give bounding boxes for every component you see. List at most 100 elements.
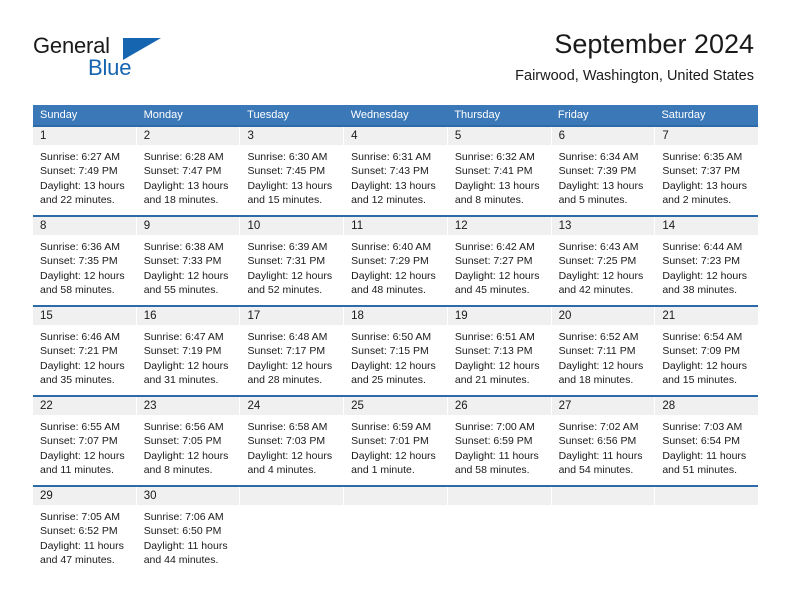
daylight-text-line1: Daylight: 11 hours — [558, 449, 643, 462]
day-cell[interactable]: 26 Sunrise: 7:00 AM Sunset: 6:59 PM Dayl… — [447, 397, 552, 485]
day-cell[interactable]: 20 Sunrise: 6:52 AM Sunset: 7:11 PM Dayl… — [551, 307, 656, 395]
weekday-header-monday: Monday — [143, 109, 183, 121]
daylight-text-line1: Daylight: 11 hours — [143, 539, 228, 552]
sunrise-text: Sunrise: 6:30 AM — [247, 151, 328, 163]
daylight-text-line1: Daylight: 13 hours — [558, 179, 644, 192]
daylight-text-line2: and 58 minutes. — [454, 464, 530, 477]
day-cell[interactable]: 25 Sunrise: 6:59 AM Sunset: 7:01 PM Dayl… — [344, 397, 448, 485]
day-details: Sunrise: 6:59 AM Sunset: 7:01 PM Dayligh… — [344, 415, 447, 478]
day-cell[interactable]: 17 Sunrise: 6:48 AM Sunset: 7:17 PM Dayl… — [240, 307, 345, 395]
day-cell[interactable]: 24 Sunrise: 6:58 AM Sunset: 7:03 PM Dayl… — [240, 397, 345, 485]
day-details: Sunrise: 6:35 AM Sunset: 7:37 PM Dayligh… — [655, 145, 758, 208]
day-cell-empty — [447, 487, 552, 575]
daylight-text-line2: and 1 minute. — [351, 464, 415, 477]
day-number: 8 — [33, 217, 137, 235]
sunset-text: Sunset: 6:50 PM — [143, 525, 222, 538]
daylight-text-line2: and 22 minutes. — [40, 194, 115, 207]
weekday-header-sunday: Sunday — [40, 109, 78, 121]
sunrise-text: Sunrise: 6:58 AM — [247, 421, 328, 433]
day-cell[interactable]: 5 Sunrise: 6:32 AM Sunset: 7:41 PM Dayli… — [447, 127, 552, 215]
weekday-header-thursday: Thursday — [454, 109, 501, 121]
day-cell[interactable]: 6 Sunrise: 6:34 AM Sunset: 7:39 PM Dayli… — [551, 127, 656, 215]
day-cell-empty — [655, 487, 759, 575]
day-cell-empty — [344, 487, 448, 575]
day-cell[interactable]: 15 Sunrise: 6:46 AM Sunset: 7:21 PM Dayl… — [33, 307, 137, 395]
day-cell[interactable]: 28 Sunrise: 7:03 AM Sunset: 6:54 PM Dayl… — [655, 397, 759, 485]
daylight-text-line1: Daylight: 12 hours — [351, 269, 436, 282]
daylight-text-line1: Daylight: 12 hours — [143, 359, 229, 372]
day-cell[interactable]: 11 Sunrise: 6:40 AM Sunset: 7:29 PM Dayl… — [344, 217, 448, 305]
daylight-text-line2: and 11 minutes. — [40, 464, 114, 477]
sunrise-text: Sunrise: 7:06 AM — [143, 511, 224, 523]
day-number — [447, 487, 552, 505]
sunrise-text: Sunrise: 6:39 AM — [247, 241, 328, 253]
day-cell[interactable]: 3 Sunrise: 6:30 AM Sunset: 7:45 PM Dayli… — [240, 127, 345, 215]
day-details: Sunrise: 7:05 AM Sunset: 6:52 PM Dayligh… — [33, 505, 136, 568]
daylight-text-line2: and 51 minutes. — [662, 464, 738, 477]
day-number: 9 — [136, 217, 241, 235]
day-number: 28 — [655, 397, 759, 415]
daylight-text-line1: Daylight: 13 hours — [351, 179, 436, 192]
day-cell[interactable]: 4 Sunrise: 6:31 AM Sunset: 7:43 PM Dayli… — [344, 127, 448, 215]
day-cell[interactable]: 21 Sunrise: 6:54 AM Sunset: 7:09 PM Dayl… — [655, 307, 759, 395]
day-cell[interactable]: 2 Sunrise: 6:28 AM Sunset: 7:47 PM Dayli… — [136, 127, 241, 215]
day-cell[interactable]: 16 Sunrise: 6:47 AM Sunset: 7:19 PM Dayl… — [136, 307, 241, 395]
sunrise-text: Sunrise: 6:51 AM — [454, 331, 535, 343]
day-cell[interactable]: 30 Sunrise: 7:06 AM Sunset: 6:50 PM Dayl… — [136, 487, 241, 575]
daylight-text-line2: and 42 minutes. — [558, 284, 634, 297]
sunrise-text: Sunrise: 6:59 AM — [351, 421, 432, 433]
day-number: 11 — [344, 217, 448, 235]
sunrise-text: Sunrise: 7:03 AM — [662, 421, 743, 433]
sunrise-text: Sunrise: 6:46 AM — [40, 331, 120, 343]
sunset-text: Sunset: 7:09 PM — [662, 345, 740, 358]
day-cell[interactable]: 19 Sunrise: 6:51 AM Sunset: 7:13 PM Dayl… — [447, 307, 552, 395]
sunrise-text: Sunrise: 6:48 AM — [247, 331, 328, 343]
daylight-text-line1: Daylight: 12 hours — [247, 359, 333, 372]
sunrise-text: Sunrise: 6:50 AM — [351, 331, 432, 343]
sunset-text: Sunset: 6:54 PM — [662, 435, 740, 448]
day-details: Sunrise: 6:52 AM Sunset: 7:11 PM Dayligh… — [552, 325, 655, 388]
day-details: Sunrise: 6:58 AM Sunset: 7:03 PM Dayligh… — [240, 415, 343, 478]
day-number: 21 — [655, 307, 759, 325]
day-cell[interactable]: 22 Sunrise: 6:55 AM Sunset: 7:07 PM Dayl… — [33, 397, 137, 485]
daylight-text-line1: Daylight: 12 hours — [351, 359, 436, 372]
sunrise-text: Sunrise: 6:28 AM — [143, 151, 224, 163]
sunrise-text: Sunrise: 6:44 AM — [662, 241, 743, 253]
sunset-text: Sunset: 7:01 PM — [351, 435, 429, 448]
day-cell[interactable]: 8 Sunrise: 6:36 AM Sunset: 7:35 PM Dayli… — [33, 217, 137, 305]
daylight-text-line2: and 55 minutes. — [143, 284, 219, 297]
day-cell[interactable]: 14 Sunrise: 6:44 AM Sunset: 7:23 PM Dayl… — [655, 217, 759, 305]
day-cell[interactable]: 23 Sunrise: 6:56 AM Sunset: 7:05 PM Dayl… — [136, 397, 241, 485]
sunrise-text: Sunrise: 7:02 AM — [558, 421, 639, 433]
daylight-text-line1: Daylight: 12 hours — [558, 359, 644, 372]
day-number: 10 — [240, 217, 345, 235]
sunrise-text: Sunrise: 6:54 AM — [662, 331, 743, 343]
day-cell[interactable]: 12 Sunrise: 6:42 AM Sunset: 7:27 PM Dayl… — [447, 217, 552, 305]
sunset-text: Sunset: 7:27 PM — [454, 255, 533, 268]
day-cell[interactable]: 18 Sunrise: 6:50 AM Sunset: 7:15 PM Dayl… — [344, 307, 448, 395]
day-cell[interactable]: 7 Sunrise: 6:35 AM Sunset: 7:37 PM Dayli… — [655, 127, 759, 215]
sunset-text: Sunset: 7:43 PM — [351, 165, 429, 178]
day-number — [344, 487, 448, 505]
day-details: Sunrise: 6:38 AM Sunset: 7:33 PM Dayligh… — [137, 235, 240, 298]
sunrise-text: Sunrise: 6:43 AM — [558, 241, 639, 253]
title-block: September 2024 Fairwood, Washington, Uni… — [515, 28, 754, 86]
day-number: 17 — [240, 307, 345, 325]
sunset-text: Sunset: 7:07 PM — [40, 435, 118, 448]
day-cell[interactable]: 9 Sunrise: 6:38 AM Sunset: 7:33 PM Dayli… — [136, 217, 241, 305]
daylight-text-line1: Daylight: 11 hours — [40, 539, 124, 552]
general-blue-logo[interactable]: General Blue — [33, 34, 173, 86]
day-cell[interactable]: 1 Sunrise: 6:27 AM Sunset: 7:49 PM Dayli… — [33, 127, 137, 215]
day-cell[interactable]: 13 Sunrise: 6:43 AM Sunset: 7:25 PM Dayl… — [551, 217, 656, 305]
day-cell[interactable]: 27 Sunrise: 7:02 AM Sunset: 6:56 PM Dayl… — [551, 397, 656, 485]
daylight-text-line2: and 21 minutes. — [454, 374, 530, 387]
day-number: 13 — [551, 217, 656, 235]
brand-name-blue: Blue — [88, 55, 132, 80]
daylight-text-line2: and 8 minutes. — [454, 194, 524, 207]
day-details: Sunrise: 6:34 AM Sunset: 7:39 PM Dayligh… — [552, 145, 655, 208]
day-cell[interactable]: 29 Sunrise: 7:05 AM Sunset: 6:52 PM Dayl… — [33, 487, 137, 575]
week-row: 8 Sunrise: 6:36 AM Sunset: 7:35 PM Dayli… — [33, 215, 759, 305]
daylight-text-line1: Daylight: 12 hours — [558, 269, 644, 282]
day-cell[interactable]: 10 Sunrise: 6:39 AM Sunset: 7:31 PM Dayl… — [240, 217, 345, 305]
week-row: 1 Sunrise: 6:27 AM Sunset: 7:49 PM Dayli… — [33, 125, 759, 215]
